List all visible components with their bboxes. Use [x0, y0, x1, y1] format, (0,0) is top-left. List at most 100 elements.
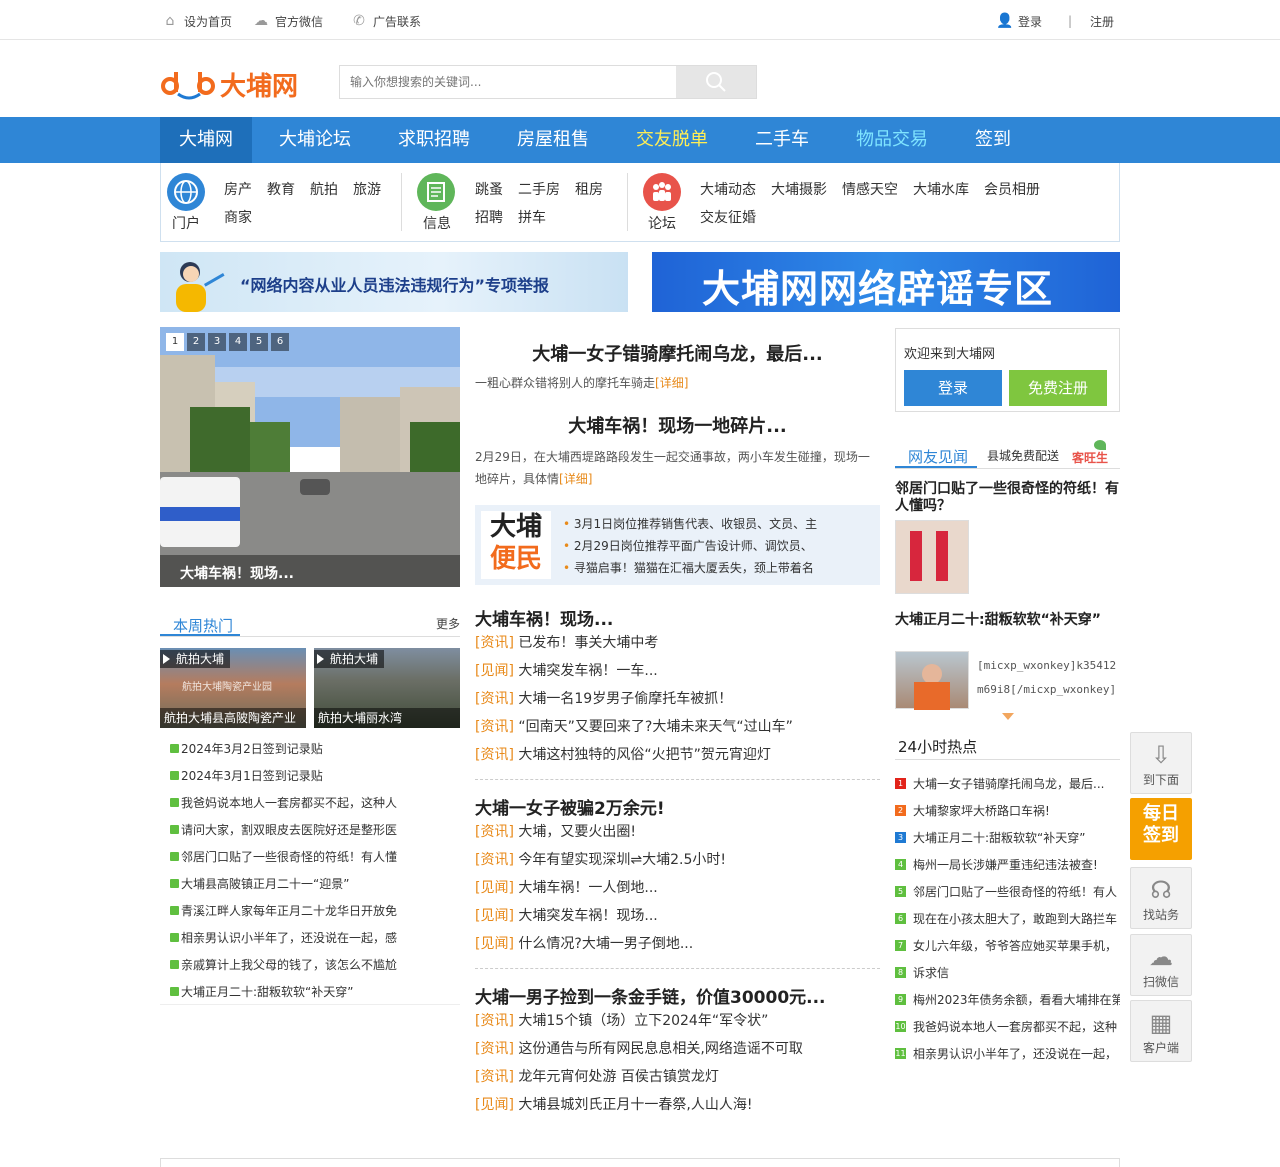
channel-link[interactable]: 航拍 [310, 179, 338, 199]
headline-title[interactable]: 大埔车祸！现场一地碎片... [475, 412, 880, 438]
slider-dot[interactable]: 1 [166, 333, 184, 351]
rank-item[interactable]: 3 大埔正月二十:甜粄软软“补天穿” [895, 829, 1085, 846]
news-row[interactable]: [资讯] 大埔15个镇（场）立下2024年“军令状” [475, 1010, 768, 1030]
login-button[interactable]: 登录 [904, 370, 1002, 406]
channel-link[interactable]: 大埔水库 [913, 179, 969, 199]
rank-item[interactable]: 7 女儿六年级，爷爷答应她买苹果手机， [895, 937, 1117, 954]
register-button[interactable]: 免费注册 [1009, 370, 1107, 406]
register-link[interactable]: 注册 [1090, 12, 1114, 30]
channel-link[interactable]: 大埔摄影 [771, 179, 827, 199]
slider-dot[interactable]: 2 [187, 333, 205, 351]
post-title[interactable]: 邻居门口贴了一些很奇怪的符纸！有人懂吗？ [895, 481, 1120, 515]
list-item[interactable]: 我爸妈说本地人一套房都买不起，这种人 [170, 794, 397, 811]
slider-dot[interactable]: 6 [271, 333, 289, 351]
rank-item[interactable]: 8 诉求信 [895, 964, 949, 981]
news-row[interactable]: [见闻] 大埔突发车祸！现场... [475, 905, 658, 925]
rank-item[interactable]: 6 现在在小孩太胆大了，敢跑到大路拦车 [895, 910, 1117, 927]
nav-item-signin[interactable]: 签到 [966, 117, 1020, 163]
ad-contact-link[interactable]: ✆ 广告联系 [351, 12, 421, 30]
rank-item[interactable]: 2 大埔黎家坪大桥路口车祸! [895, 802, 1050, 819]
news-group-title[interactable]: 大埔一男子捡到一条金手链，价值30000元... [475, 983, 826, 1008]
nav-item-trading[interactable]: 物品交易 [848, 117, 936, 163]
news-row[interactable]: [资讯] 大埔这村独特的风俗“火把节”贺元宵迎灯 [475, 744, 771, 764]
slider-dot[interactable]: 3 [208, 333, 226, 351]
news-row[interactable]: [见闻] 大埔县城刘氏正月十一春祭,人山人海! [475, 1094, 752, 1114]
hot-thumb[interactable]: 航拍大埔 航拍大埔陶瓷产业园 航拍大埔县高陂陶瓷产业 [160, 648, 306, 728]
channel-link[interactable]: 跳蚤 [475, 179, 503, 199]
channel-link[interactable]: 二手房 [518, 179, 560, 199]
rumor-banner[interactable]: 大埔网网络辟谣专区 [652, 252, 1120, 312]
news-row[interactable]: [见闻] 大埔车祸！一人倒地... [475, 877, 658, 897]
channel-link[interactable]: 交友征婚 [700, 207, 756, 227]
report-banner[interactable]: “网络内容从业人员违法违规行为”专项举报 [160, 252, 628, 312]
chevron-down-icon[interactable] [1002, 713, 1014, 720]
nav-item-dating[interactable]: 交友脱单 [628, 117, 716, 163]
rank-item[interactable]: 4 梅州一局长涉嫌严重违纪违法被查! [895, 856, 1098, 873]
channel-link[interactable]: 房产 [224, 179, 252, 199]
news-row[interactable]: [资讯] 已发布！事关大埔中考 [475, 632, 658, 652]
tab-netizen[interactable]: 网友见闻 [908, 446, 968, 467]
channel-link[interactable]: 会员相册 [984, 179, 1040, 199]
wechat-button[interactable]: ☁ 扫微信 [1130, 934, 1192, 996]
news-row[interactable]: [资讯] 今年有望实现深圳⇌大埔2.5小时! [475, 849, 726, 869]
news-group-title[interactable]: 大埔一女子被骗2万余元! [475, 794, 665, 819]
post-thumbnail[interactable] [895, 651, 969, 710]
search-button[interactable] [676, 66, 756, 98]
rank-item[interactable]: 5 邻居门口贴了一些很奇怪的符纸！有人 [895, 883, 1117, 900]
hot-thumb[interactable]: 航拍大埔 航拍大埔丽水湾 [314, 648, 460, 728]
detail-link[interactable]: [详细] [655, 376, 688, 390]
nav-item-home[interactable]: 大埔网 [160, 117, 252, 163]
channel-link[interactable]: 招聘 [475, 207, 503, 227]
list-item[interactable]: 大埔正月二十:甜粄软软“补天穿” [170, 983, 353, 1000]
news-row[interactable]: [见闻] 大埔突发车祸！一车... [475, 660, 658, 680]
wechat-link[interactable]: ☁ 官方微信 [253, 12, 323, 30]
bianmin-item[interactable]: • 2月29日岗位推荐平面广告设计师、调饮员、 [563, 537, 813, 554]
scroll-bottom-button[interactable]: ⇩ 到下面 [1130, 732, 1192, 794]
bianmin-item[interactable]: • 3月1日岗位推荐销售代表、收银员、文员、主 [563, 515, 817, 532]
rank-item[interactable]: 10 我爸妈说本地人一套房都买不起，这种 [895, 1018, 1117, 1035]
channel-link[interactable]: 租房 [575, 179, 603, 199]
news-row[interactable]: [资讯] 龙年元宵何处游 百侯古镇赏龙灯 [475, 1066, 719, 1086]
channel-link[interactable]: 教育 [267, 179, 295, 199]
headline-title[interactable]: 大埔一女子错骑摩托闹乌龙，最后... [475, 340, 880, 366]
rank-item[interactable]: 1 大埔一女子错骑摩托闹乌龙，最后... [895, 775, 1104, 792]
news-group-title[interactable]: 大埔车祸！现场... [475, 605, 613, 630]
news-row[interactable]: [资讯] “回南天”又要回来了?大埔未来天气“过山车” [475, 716, 793, 736]
slider-dot[interactable]: 4 [229, 333, 247, 351]
search-input[interactable] [340, 66, 676, 98]
nav-item-housing[interactable]: 房屋租售 [508, 117, 598, 163]
site-logo[interactable]: 大埔网 [160, 66, 305, 102]
list-item[interactable]: 大埔县高陂镇正月二十一“迎景” [170, 875, 349, 892]
list-item[interactable]: 请问大家，割双眼皮去医院好还是整形医 [170, 821, 397, 838]
list-item[interactable]: 2024年3月2日签到记录贴 [170, 740, 323, 757]
slider-caption[interactable]: 大埔车祸！现场... [180, 563, 294, 583]
slider-dot[interactable]: 5 [250, 333, 268, 351]
nav-item-jobs[interactable]: 求职招聘 [390, 117, 478, 163]
list-item[interactable]: 亲戚算计上我父母的钱了，该怎么不尴尬 [170, 956, 397, 973]
list-item[interactable]: 2024年3月1日签到记录贴 [170, 767, 323, 784]
more-link[interactable]: 更多 [436, 615, 460, 632]
news-row[interactable]: [资讯] 大埔一名19岁男子偷摩托车被抓！ [475, 688, 732, 708]
daily-signin-button[interactable]: 每日 签到 [1130, 798, 1192, 860]
channel-link[interactable]: 商家 [224, 207, 252, 227]
list-item[interactable]: 青溪江畔人家每年正月二十龙华日开放免 [170, 902, 397, 919]
nav-item-forum[interactable]: 大埔论坛 [270, 117, 360, 163]
rank-item[interactable]: 11 相亲男认识小半年了，还没说在一起， [895, 1045, 1117, 1062]
post-thumbnail[interactable] [895, 520, 969, 594]
channel-link[interactable]: 拼车 [518, 207, 546, 227]
detail-link[interactable]: [详细] [559, 472, 592, 486]
tab-delivery[interactable]: 县城免费配送 [987, 447, 1059, 464]
nav-item-used-cars[interactable]: 二手车 [745, 117, 819, 163]
channel-link[interactable]: 大埔动态 [700, 179, 756, 199]
list-item[interactable]: 相亲男认识小半年了，还没说在一起，感 [170, 929, 397, 946]
service-button[interactable]: ☊ 找站务 [1130, 867, 1192, 929]
news-row[interactable]: [资讯] 这份通告与所有网民息息相关,网络造谣不可取 [475, 1038, 803, 1058]
news-row[interactable]: [资讯] 大埔，又要火出圈! [475, 821, 636, 841]
list-item[interactable]: 邻居门口贴了一些很奇怪的符纸！有人懂 [170, 848, 397, 865]
news-slider[interactable]: 1 2 3 4 5 6 大埔车祸！现场... [160, 327, 460, 587]
login-link[interactable]: 👤 登录 [996, 12, 1042, 30]
rank-item[interactable]: 9 梅州2023年债务余额，看看大埔排在第 [895, 991, 1120, 1008]
news-row[interactable]: [见闻] 什么情况?大埔一男子倒地... [475, 933, 693, 953]
post-title[interactable]: 大埔正月二十:甜粄软软“补天穿” [895, 612, 1120, 629]
client-button[interactable]: ▦ 客户端 [1130, 1000, 1192, 1062]
